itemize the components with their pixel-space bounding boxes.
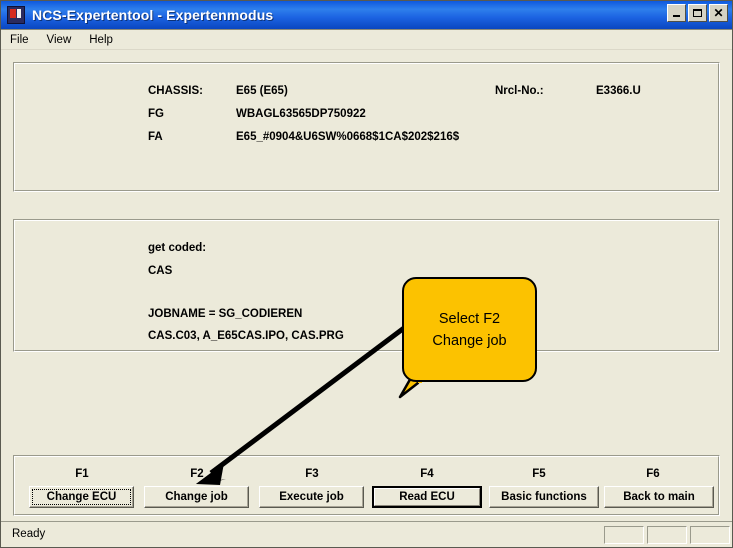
button-change-ecu-label: Change ECU bbox=[46, 491, 117, 503]
menu-item-file[interactable]: File bbox=[2, 32, 37, 48]
status-pane-2 bbox=[647, 526, 687, 544]
vehicle-info-left-column: CHASSIS: E65 (E65) FG WBAGL63565DP750922… bbox=[14, 63, 501, 191]
fg-label: FG bbox=[148, 108, 164, 120]
button-read-ecu[interactable]: Read ECU bbox=[372, 486, 482, 508]
nrcl-no-value: E3366.U bbox=[596, 85, 641, 97]
vehicle-info-panel: CHASSIS: E65 (E65) FG WBAGL63565DP750922… bbox=[13, 62, 720, 192]
window-controls: ✕ bbox=[667, 4, 728, 22]
status-pane-1 bbox=[604, 526, 644, 544]
maximize-button[interactable] bbox=[688, 4, 707, 22]
button-change-ecu[interactable]: Change ECU bbox=[29, 486, 134, 508]
fg-value: WBAGL63565DP750922 bbox=[236, 108, 366, 120]
fkey-label-f6: F6 bbox=[646, 468, 660, 480]
title-bar: NCS-Expertentool - Expertenmodus ✕ bbox=[0, 0, 733, 30]
callout-line-1: Select F2 bbox=[438, 310, 501, 327]
button-back-to-main-label: Back to main bbox=[623, 491, 695, 503]
button-read-ecu-label: Read ECU bbox=[399, 491, 455, 503]
button-basic-functions-label: Basic functions bbox=[501, 491, 587, 503]
job-info-panel: get coded: CAS JOBNAME = SG_CODIEREN CAS… bbox=[13, 219, 720, 352]
status-pane-3 bbox=[690, 526, 730, 544]
client-area: CHASSIS: E65 (E65) FG WBAGL63565DP750922… bbox=[0, 51, 733, 521]
fkey-label-f4: F4 bbox=[420, 468, 434, 480]
chassis-value: E65 (E65) bbox=[236, 85, 288, 97]
status-message: Ready bbox=[12, 528, 46, 540]
fa-value: E65_#0904&U6SW%0668$1CA$202$216$ bbox=[236, 131, 460, 143]
window-title: NCS-Expertentool - Expertenmodus bbox=[32, 6, 274, 23]
menu-bar: File View Help bbox=[0, 30, 733, 50]
minimize-button[interactable] bbox=[667, 4, 686, 22]
status-bar: Ready bbox=[0, 521, 733, 548]
ecu-name: CAS bbox=[148, 265, 173, 277]
menu-item-help[interactable]: Help bbox=[81, 32, 121, 48]
app-icon bbox=[7, 5, 25, 24]
fkey-label-f5: F5 bbox=[532, 468, 546, 480]
menu-item-view[interactable]: View bbox=[39, 32, 80, 48]
close-icon: ✕ bbox=[713, 6, 724, 20]
fa-label: FA bbox=[148, 131, 163, 143]
chassis-label: CHASSIS: bbox=[148, 85, 203, 97]
fkey-label-f3: F3 bbox=[305, 468, 319, 480]
close-button[interactable]: ✕ bbox=[709, 4, 728, 22]
function-button-bar: F1 F2 F3 F4 F5 F6 Change ECU Change job … bbox=[13, 455, 720, 516]
button-change-job-label: Change job bbox=[165, 491, 228, 503]
button-execute-job[interactable]: Execute job bbox=[259, 486, 364, 508]
fkey-label-f2: F2 bbox=[190, 468, 204, 480]
get-coded-label: get coded: bbox=[148, 242, 207, 254]
button-change-job[interactable]: Change job bbox=[144, 486, 249, 508]
jobname-text: JOBNAME = SG_CODIEREN bbox=[148, 308, 303, 320]
callout-bubble: Select F2 Change job bbox=[402, 277, 537, 382]
button-basic-functions[interactable]: Basic functions bbox=[489, 486, 599, 508]
callout-line-2: Change job bbox=[432, 332, 507, 349]
nrcl-no-label: Nrcl-No.: bbox=[495, 85, 544, 97]
button-back-to-main[interactable]: Back to main bbox=[604, 486, 714, 508]
button-execute-job-label: Execute job bbox=[279, 491, 344, 503]
application-window: NCS-Expertentool - Expertenmodus ✕ File … bbox=[0, 0, 733, 548]
fkey-label-f1: F1 bbox=[75, 468, 89, 480]
job-files-text: CAS.C03, A_E65CAS.IPO, CAS.PRG bbox=[148, 330, 344, 342]
